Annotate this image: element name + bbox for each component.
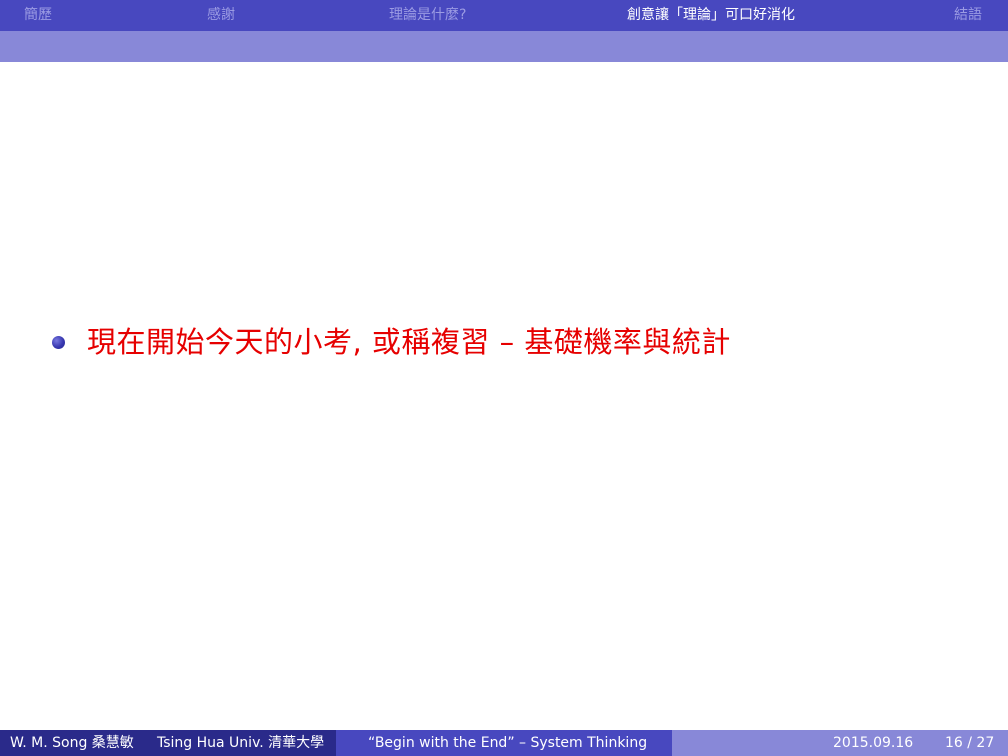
bullet-item: 現在開始今天的小考, 或稱複習 – 基礎機率與統計 [52,320,731,360]
nav-item-creativity-theory[interactable]: 創意讓「理論」可口好消化 [627,0,795,31]
nav-item-conclusion[interactable]: 結語 [954,0,982,31]
footer-date-segment: 2015.09.16 16 / 27 [672,730,1008,756]
nav-item-resume[interactable]: 簡歷 [24,0,52,31]
slide-footer: W. M. Song 桑慧敏 Tsing Hua Univ. 清華大學 “Beg… [0,730,1008,756]
footer-author: W. M. Song 桑慧敏 [10,735,134,751]
bullet-ball-icon [52,335,65,349]
footer-author-segment: W. M. Song 桑慧敏 Tsing Hua Univ. 清華大學 [0,730,336,756]
nav-item-thanks[interactable]: 感謝 [207,0,235,31]
footer-date: 2015.09.16 [833,735,914,751]
section-navigation-bar: 簡歷 感謝 理論是什麼? 創意讓「理論」可口好消化 結語 [0,0,1008,31]
subsection-bar [0,31,1008,62]
footer-title-segment: “Begin with the End” – System Thinking [336,730,672,756]
footer-page-number: 16 / 27 [945,735,995,751]
footer-title: “Begin with the End” – System Thinking [368,735,648,751]
footer-institute: Tsing Hua Univ. 清華大學 [157,735,325,751]
bullet-text: 現在開始今天的小考, 或稱複習 – 基礎機率與統計 [87,325,731,359]
slide-content: 現在開始今天的小考, 或稱複習 – 基礎機率與統計 [0,62,1008,730]
nav-item-what-is-theory[interactable]: 理論是什麼? [389,0,466,31]
